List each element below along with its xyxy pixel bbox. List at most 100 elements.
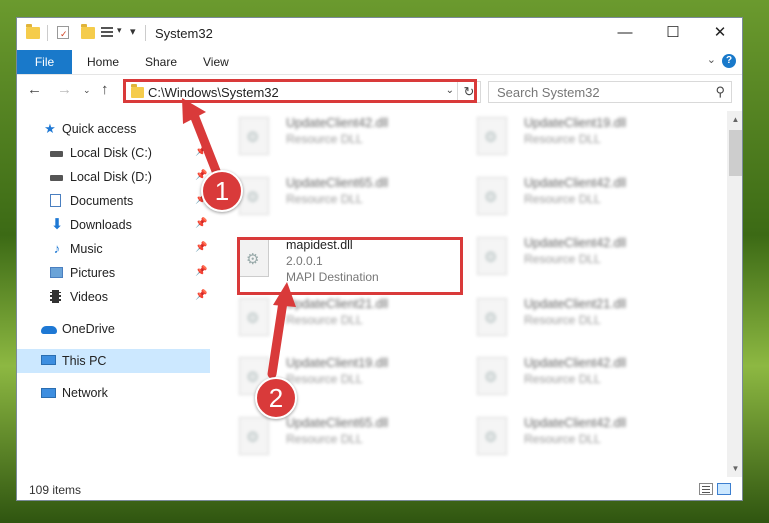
sidebar-item-documents[interactable]: Documents 📌 (17, 189, 210, 213)
list-item[interactable]: UpdateClient42.dll Resource DLL (229, 111, 444, 163)
details-view-icon[interactable] (699, 483, 713, 495)
drive-icon (50, 146, 64, 160)
refresh-icon[interactable]: ↻ (457, 82, 480, 102)
help-button[interactable]: ? (722, 54, 736, 68)
scrollbar-thumb[interactable] (729, 130, 742, 176)
scroll-down-arrow-icon[interactable]: ▼ (727, 460, 742, 477)
chevron-down-icon[interactable]: ⌄ (446, 85, 454, 96)
sidebar-item-local-disk-d[interactable]: Local Disk (D:) 📌 (17, 165, 210, 189)
explorer-window: ✓ ▾ ▾ System32 — ☐ ✕ File Home Share Vie… (16, 17, 743, 501)
file-name: UpdateClient42.dll (524, 356, 627, 370)
file-type: Resource DLL (524, 252, 601, 266)
list-item[interactable]: UpdateClient42.dll Resource DLL (467, 351, 682, 403)
tab-file[interactable]: File (17, 50, 72, 74)
search-input[interactable]: Search System32 (497, 85, 600, 100)
back-arrow-icon[interactable]: ← (27, 81, 42, 98)
sidebar-item-label: Pictures (70, 266, 116, 280)
list-item[interactable]: UpdateClient42.dll Resource DLL (467, 231, 682, 283)
folder-icon (26, 24, 40, 39)
pictures-icon (50, 266, 64, 280)
dll-file-icon (477, 117, 507, 155)
cloud-icon (41, 322, 57, 336)
large-icons-view-icon[interactable] (717, 483, 731, 495)
sidebar-item-network[interactable]: Network (17, 381, 210, 405)
file-highlight-box (237, 237, 463, 295)
address-row: ← → ⌄ ↑ C:\Windows\System32 ⌄ ↻ Search S… (17, 75, 742, 109)
sidebar-item-this-pc[interactable]: This PC (17, 349, 210, 373)
tab-view[interactable]: View (203, 50, 229, 74)
address-bar[interactable]: C:\Windows\System32 ⌄ ↻ (125, 81, 481, 103)
list-item[interactable]: UpdateClient42.dll Resource DLL (467, 171, 682, 223)
quick-access-toolbar-dropdown[interactable]: ▾ (130, 25, 136, 38)
sidebar-item-pictures[interactable]: Pictures 📌 (17, 261, 210, 285)
sidebar-item-label: Quick access (62, 122, 137, 136)
folder-icon (131, 84, 144, 98)
search-box[interactable]: Search System32 ⚲ (488, 81, 732, 103)
window-title: System32 (155, 26, 213, 41)
search-icon[interactable]: ⚲ (715, 84, 725, 100)
list-item[interactable]: UpdateClient21.dll Resource DLL (467, 292, 682, 344)
file-name: UpdateClient65.dll (286, 416, 389, 430)
chevron-down-icon[interactable]: ▾ (117, 25, 122, 36)
drive-icon (50, 170, 64, 184)
tab-share[interactable]: Share (145, 50, 177, 74)
file-name: UpdateClient19.dll (524, 116, 627, 130)
star-icon: ★ (44, 121, 56, 136)
list-item[interactable]: UpdateClient42.dll Resource DLL (467, 411, 682, 463)
sidebar-item-label: Network (62, 386, 108, 400)
dll-file-icon (477, 357, 507, 395)
file-type: Resource DLL (286, 132, 363, 146)
sidebar-item-onedrive[interactable]: OneDrive (17, 317, 210, 341)
properties-icon[interactable]: ✓ (57, 26, 69, 39)
pin-icon[interactable]: 📌 (195, 266, 207, 277)
sidebar-item-downloads[interactable]: ⬇ Downloads 📌 (17, 213, 210, 237)
sidebar-item-label: Local Disk (D:) (70, 170, 152, 184)
navigation-pane: ★ Quick access Local Disk (C:) 📌 Local D… (17, 111, 210, 477)
file-name: UpdateClient65.dll (286, 176, 389, 190)
sidebar-item-label: OneDrive (62, 322, 115, 336)
pin-icon[interactable]: 📌 (195, 290, 207, 301)
dll-file-icon (239, 417, 269, 455)
close-button[interactable]: ✕ (697, 18, 742, 48)
videos-icon (50, 290, 64, 304)
list-item[interactable]: UpdateClient21.dll Resource DLL (229, 292, 444, 344)
ribbon-tabs: File Home Share View ⌄ ? (17, 48, 742, 75)
sidebar-item-videos[interactable]: Videos 📌 (17, 285, 210, 309)
forward-arrow-icon[interactable]: → (57, 81, 72, 98)
file-type: Resource DLL (286, 372, 363, 386)
pin-icon[interactable]: 📌 (195, 218, 207, 229)
vertical-scrollbar[interactable]: ▲ ▼ (727, 111, 742, 477)
sidebar-item-label: Videos (70, 290, 108, 304)
sidebar-item-label: This PC (62, 354, 107, 368)
recent-locations-chevron-icon[interactable]: ⌄ (83, 85, 91, 96)
sidebar-item-local-disk-c[interactable]: Local Disk (C:) 📌 (17, 141, 210, 165)
sidebar-item-music[interactable]: ♪ Music 📌 (17, 237, 210, 261)
scroll-up-arrow-icon[interactable]: ▲ (727, 111, 742, 128)
download-icon: ⬇ (50, 216, 64, 233)
step-1-badge: 1 (201, 170, 243, 212)
pin-icon[interactable]: 📌 (195, 146, 207, 157)
tab-home[interactable]: Home (87, 50, 119, 74)
step-2-badge: 2 (255, 377, 297, 419)
list-item[interactable]: UpdateClient65.dll Resource DLL (229, 171, 444, 223)
customize-icon[interactable] (101, 26, 114, 39)
up-arrow-icon[interactable]: ↑ (101, 81, 109, 98)
sidebar-item-label: Music (70, 242, 103, 256)
computer-icon (41, 354, 56, 368)
maximize-button[interactable]: ☐ (650, 18, 696, 48)
sidebar-item-label: Documents (70, 194, 134, 208)
chevron-down-icon[interactable]: ⌄ (707, 53, 716, 66)
list-item[interactable]: UpdateClient19.dll Resource DLL (467, 111, 682, 163)
status-bar: 109 items (17, 478, 742, 500)
file-type: Resource DLL (524, 432, 601, 446)
music-icon: ♪ (53, 241, 61, 256)
pin-icon[interactable]: 📌 (195, 242, 207, 253)
file-type: Resource DLL (286, 313, 363, 327)
list-item[interactable]: UpdateClient65.dll Resource DLL (229, 411, 444, 463)
sidebar-item-quick-access[interactable]: ★ Quick access (17, 117, 210, 141)
address-path[interactable]: C:\Windows\System32 (148, 85, 279, 100)
new-folder-icon[interactable] (81, 24, 95, 39)
file-name: UpdateClient21.dll (524, 297, 627, 311)
minimize-button[interactable]: — (602, 18, 648, 48)
title-bar: ✓ ▾ ▾ System32 — ☐ ✕ (17, 18, 742, 48)
